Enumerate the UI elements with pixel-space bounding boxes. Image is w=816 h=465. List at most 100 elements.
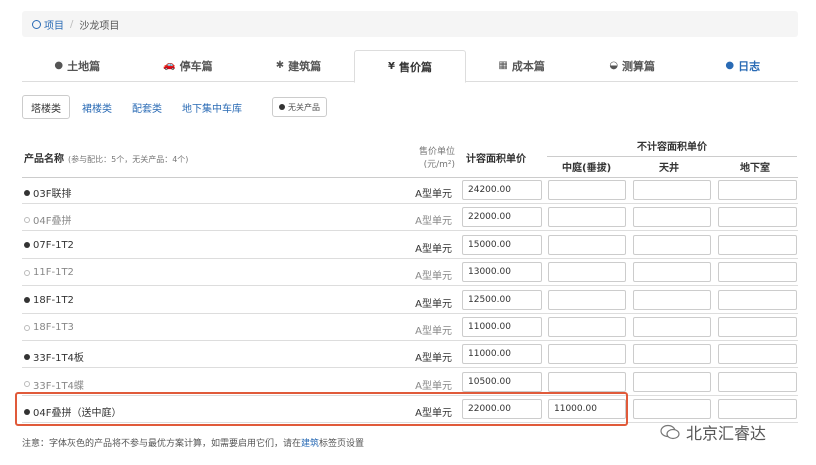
patio-price-input[interactable] [633, 180, 711, 200]
breadcrumb: 项目 / 沙龙项目 [22, 11, 798, 37]
basement-price-input[interactable] [718, 234, 797, 255]
product-name[interactable]: 07F-1T2 [24, 240, 74, 251]
atrium-price-input[interactable] [548, 262, 626, 283]
tab-log[interactable]: ● 日志 [687, 50, 798, 81]
unit-type: A型单元 [415, 271, 452, 283]
footnote-link[interactable]: 建筑 [301, 439, 319, 449]
tab-label: 停车篇 [179, 59, 213, 73]
product-name[interactable]: 04F叠拼（送中庭） [24, 404, 121, 419]
basement-price-input[interactable] [718, 399, 797, 420]
table-row: 04F叠拼 A型单元 22000.00 [22, 204, 798, 232]
wechat-icon [660, 424, 680, 440]
breadcrumb-current: 沙龙项目 [79, 20, 120, 32]
patio-price-input[interactable] [633, 344, 711, 365]
yen-icon: ¥ [388, 61, 395, 72]
basement-price-input[interactable] [718, 180, 797, 200]
product-name[interactable]: 11F-1T2 [24, 267, 74, 278]
tab-building[interactable]: ✱ 建筑篇 [243, 50, 354, 81]
product-name[interactable]: 18F-1T2 [24, 295, 74, 306]
status-dot-icon[interactable] [24, 189, 30, 196]
patio-price-input[interactable] [633, 207, 711, 228]
footnote: 注意：字体灰色的产品将不参与最优方案计算，如需要启用它们，请在建筑标签页设置 [22, 436, 364, 449]
status-dot-icon[interactable] [24, 353, 30, 360]
product-name-text: 03F联排 [33, 189, 72, 200]
table-row: 18F-1T2 A型单元 12500.00 [22, 287, 798, 314]
atrium-price-input[interactable] [548, 289, 626, 310]
main-tabs: ● 土地篇 🚗 停车篇 ✱ 建筑篇 ¥ 售价篇 ▦ 成本篇 ◒ 测算篇 ● 日志 [22, 50, 798, 83]
table-header: 产品名称 (参与配比：5个，无关产品：4个) 售价单位 (元/m²) 计容面积单价 … [22, 134, 798, 178]
price-input[interactable]: 11000.00 [462, 344, 542, 365]
status-dot-icon[interactable] [24, 297, 30, 304]
status-dot-icon[interactable] [24, 324, 30, 331]
subtab-podium[interactable]: 裙楼类 [74, 95, 120, 119]
header-name-text: 产品名称 [24, 154, 64, 165]
unit-type: A型单元 [415, 408, 452, 420]
patio-price-input[interactable] [633, 234, 711, 255]
unit-type: A型单元 [415, 243, 452, 255]
product-name-text: 18F-1T3 [33, 322, 74, 333]
status-dot-icon[interactable] [24, 269, 30, 276]
header-name: 产品名称 (参与配比：5个，无关产品：4个) [24, 150, 188, 165]
product-name-text: 33F-1T4板 [33, 353, 84, 365]
atrium-price-input[interactable] [548, 207, 626, 228]
patio-price-input[interactable] [633, 371, 711, 392]
product-name[interactable]: 18F-1T3 [24, 322, 74, 333]
breadcrumb-root[interactable]: 项目 [44, 17, 64, 32]
subtab-tower[interactable]: 塔楼类 [22, 95, 70, 119]
price-input[interactable]: 24200.00 [462, 180, 542, 200]
patio-price-input[interactable] [633, 317, 711, 337]
patio-price-input[interactable] [633, 399, 711, 420]
breadcrumb-separator: / [70, 18, 74, 30]
atrium-price-input[interactable] [548, 371, 626, 392]
tab-label: 成本篇 [511, 59, 545, 73]
price-input[interactable]: 22000.00 [462, 399, 542, 420]
atrium-price-input[interactable]: 11000.00 [548, 399, 626, 420]
tab-cost[interactable]: ▦ 成本篇 [466, 50, 577, 81]
basement-price-input[interactable] [718, 344, 797, 365]
basement-price-input[interactable] [718, 289, 797, 310]
tab-land[interactable]: ● 土地篇 [22, 50, 133, 81]
tab-calc[interactable]: ◒ 测算篇 [577, 50, 688, 81]
tab-parking[interactable]: 🚗 停车篇 [133, 50, 244, 81]
product-name[interactable]: 33F-1T4板 [24, 349, 84, 364]
subtab-facility[interactable]: 配套类 [124, 95, 170, 119]
nolink-label: 无关产品 [288, 102, 320, 112]
product-name[interactable]: 04F叠拼 [24, 212, 71, 227]
product-name[interactable]: 03F联排 [24, 185, 71, 200]
tab-label: 测算篇 [622, 59, 656, 73]
header-unit-line2: (元/m²) [423, 160, 455, 170]
atrium-price-input[interactable] [548, 344, 626, 365]
basement-price-input[interactable] [718, 317, 797, 337]
price-input[interactable]: 11000.00 [462, 317, 542, 337]
calc-icon: ◒ [609, 60, 619, 71]
status-dot-icon[interactable] [24, 408, 30, 415]
patio-price-input[interactable] [633, 262, 711, 283]
header-basement: 地下室 [740, 163, 770, 174]
product-name-text: 04F叠拼（送中庭） [33, 408, 122, 420]
table-row: 07F-1T2 A型单元 15000.00 [22, 232, 798, 259]
status-dot-icon[interactable] [24, 216, 30, 223]
header-patio: 天井 [659, 163, 679, 174]
atrium-price-input[interactable] [548, 234, 626, 255]
price-input[interactable]: 10500.00 [462, 371, 542, 392]
unit-type: A型单元 [415, 353, 452, 365]
status-dot-icon[interactable] [24, 381, 30, 388]
project-icon [32, 19, 41, 29]
basement-price-input[interactable] [718, 207, 797, 228]
price-input[interactable]: 22000.00 [462, 207, 542, 228]
tab-price[interactable]: ¥ 售价篇 [353, 50, 467, 83]
status-dot-icon[interactable] [24, 242, 30, 249]
nolink-filter-button[interactable]: 无关产品 [272, 97, 327, 117]
basement-price-input[interactable] [718, 371, 797, 392]
price-input[interactable]: 15000.00 [462, 234, 542, 255]
price-input[interactable]: 12500.00 [462, 289, 542, 310]
atrium-price-input[interactable] [548, 317, 626, 337]
product-name[interactable]: 33F-1T4蝶 [24, 377, 84, 392]
basement-price-input[interactable] [718, 262, 797, 283]
tab-label: 售价篇 [399, 60, 432, 74]
price-input[interactable]: 13000.00 [462, 262, 542, 283]
patio-price-input[interactable] [633, 289, 711, 310]
subtab-garage[interactable]: 地下集中车库 [174, 95, 250, 119]
product-name-text: 04F叠拼 [33, 216, 72, 228]
atrium-price-input[interactable] [548, 180, 626, 200]
